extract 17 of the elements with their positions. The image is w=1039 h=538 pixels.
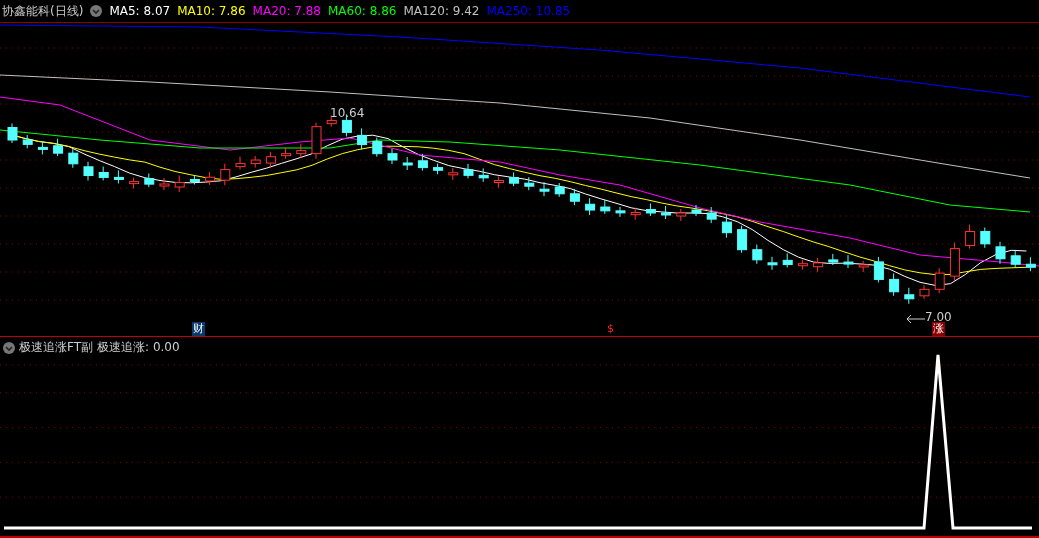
dropdown-icon[interactable] [90, 5, 103, 17]
moving-average-label: MA10: 7.86 [177, 4, 246, 18]
moving-average-label: MA250: 10.85 [486, 4, 571, 18]
stock-title: 协鑫能科(日线) [2, 2, 84, 20]
moving-average-label: MA5: 8.07 [109, 4, 171, 18]
event-marker[interactable]: 财 [192, 322, 205, 336]
event-marker[interactable]: $ [606, 322, 615, 336]
low-price-label: 7.00 [925, 310, 952, 324]
event-marker[interactable]: 涨 [932, 322, 945, 336]
arrow-icon [906, 314, 926, 324]
indicator-value: 极速追涨: 0.00 [97, 339, 180, 356]
high-price-label: 10.64 [330, 106, 365, 120]
moving-average-label: MA20: 7.88 [252, 4, 321, 18]
indicator-title: 极速追涨FT副 [19, 339, 94, 356]
dropdown-icon[interactable] [3, 341, 15, 354]
moving-average-label: MA120: 9.42 [403, 4, 480, 18]
moving-average-label: MA60: 8.86 [328, 4, 397, 18]
